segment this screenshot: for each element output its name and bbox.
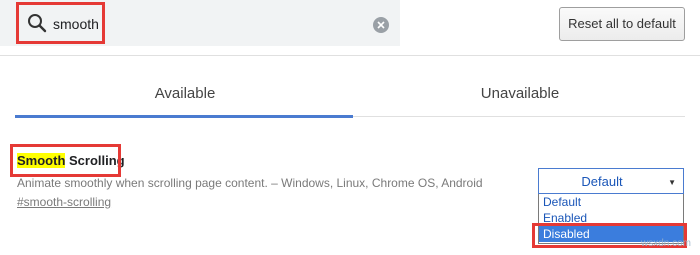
select-value: Default (581, 174, 623, 189)
tab-unavailable[interactable]: Unavailable (350, 85, 690, 109)
experiment-select[interactable]: Default ▼ (538, 168, 684, 194)
clear-search-button[interactable] (373, 17, 389, 33)
tab-available[interactable]: Available (15, 85, 355, 109)
header-divider (0, 55, 700, 56)
search-input[interactable] (53, 14, 333, 34)
experiment-link[interactable]: #smooth-scrolling (17, 195, 111, 209)
experiment-title-rest: Scrolling (65, 153, 125, 168)
reset-all-button[interactable]: Reset all to default (559, 7, 685, 41)
search-icon (28, 14, 47, 33)
experiment-description: Animate smoothly when scrolling page con… (17, 176, 483, 190)
select-options: Default Enabled Disabled (538, 194, 684, 244)
search-match-highlight: Smooth (17, 153, 66, 168)
close-icon (377, 21, 385, 29)
chevron-down-icon: ▼ (668, 178, 676, 187)
watermark: wsxdn.com (641, 238, 692, 249)
search-bar (0, 0, 400, 46)
option-default[interactable]: Default (539, 194, 683, 210)
experiment-title: Smooth Scrolling (17, 153, 125, 168)
tab-divider (353, 116, 685, 117)
active-tab-indicator (15, 115, 353, 118)
option-enabled[interactable]: Enabled (539, 210, 683, 226)
